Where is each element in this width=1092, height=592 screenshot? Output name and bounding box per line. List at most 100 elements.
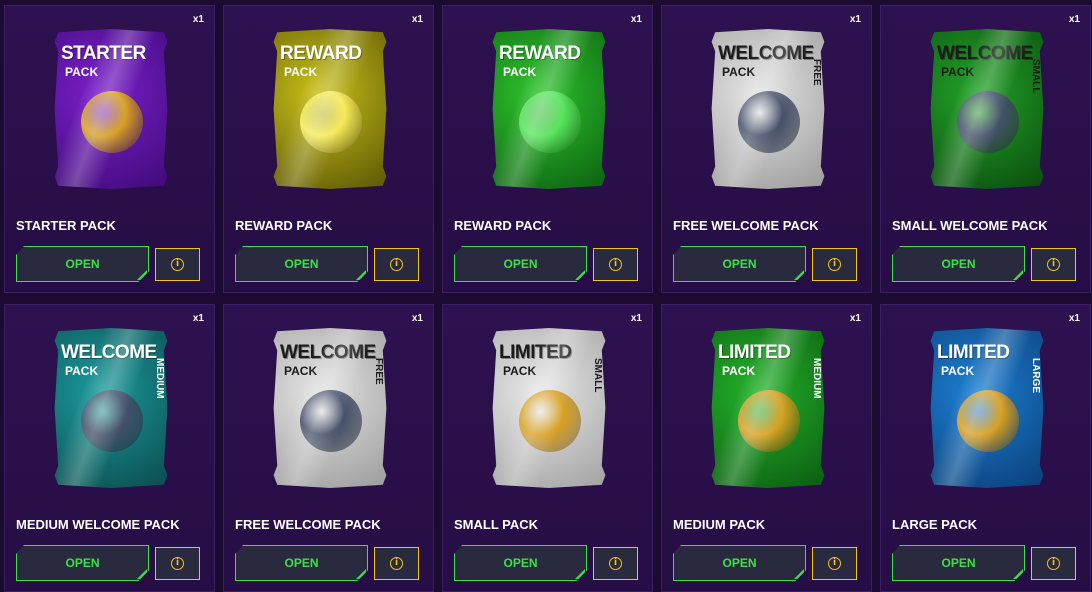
pack-card[interactable]: x1 LIMITED PACK LARGE LARGE PACK OPEN i <box>880 304 1091 592</box>
pack-title: FREE WELCOME PACK <box>235 517 381 532</box>
pack-title: SMALL WELCOME PACK <box>892 218 1048 233</box>
pack-image: WELCOME PACK FREE <box>273 328 387 488</box>
pack-art-title: LIMITED <box>718 342 791 363</box>
pack-art-subtitle: PACK <box>284 364 318 378</box>
pack-title: LARGE PACK <box>892 517 977 532</box>
pack-card[interactable]: x1 STARTER PACK STARTER PACK OPEN i <box>4 5 215 293</box>
open-button[interactable]: OPEN <box>673 545 806 581</box>
pack-art-title: WELCOME <box>61 342 157 363</box>
pack-art-subtitle: PACK <box>722 65 756 79</box>
pack-art-title: LIMITED <box>937 342 1010 363</box>
pack-art-title: REWARD <box>280 43 362 64</box>
pack-title: FREE WELCOME PACK <box>673 218 819 233</box>
pack-art-size: SMALL <box>592 358 603 393</box>
info-icon: i <box>171 258 184 271</box>
info-icon: i <box>828 258 841 271</box>
reward-icon <box>519 91 581 153</box>
pack-art-title: WELCOME <box>718 43 814 64</box>
open-button[interactable]: OPEN <box>454 246 587 282</box>
info-icon: i <box>609 557 622 570</box>
info-button[interactable]: i <box>812 248 857 281</box>
pack-art-size: SMALL <box>1030 59 1041 94</box>
pack-art-title: WELCOME <box>937 43 1033 64</box>
pack-image: LIMITED PACK LARGE <box>930 328 1044 488</box>
quantity-badge: x1 <box>849 14 861 25</box>
pack-image: WELCOME PACK FREE <box>711 29 825 189</box>
pack-image: STARTER PACK <box>54 29 168 189</box>
info-button[interactable]: i <box>593 547 638 580</box>
pack-art-title: STARTER <box>61 43 146 64</box>
pack-art-size: LARGE <box>1030 358 1041 393</box>
football-icon <box>738 390 800 452</box>
info-icon: i <box>390 557 403 570</box>
mascot-icon <box>957 91 1019 153</box>
pack-art-title: WELCOME <box>280 342 376 363</box>
pack-title: MEDIUM PACK <box>673 517 766 532</box>
football-icon <box>519 390 581 452</box>
info-button[interactable]: i <box>374 248 419 281</box>
pack-art-subtitle: PACK <box>503 364 537 378</box>
open-button[interactable]: OPEN <box>892 545 1025 581</box>
pack-card[interactable]: x1 WELCOME PACK SMALL SMALL WELCOME PACK… <box>880 5 1091 293</box>
pack-art-subtitle: PACK <box>503 65 537 79</box>
pack-art-size: MEDIUM <box>811 358 822 399</box>
open-button[interactable]: OPEN <box>235 246 368 282</box>
pack-title: REWARD PACK <box>235 218 333 233</box>
mascot-icon <box>81 390 143 452</box>
pack-title: REWARD PACK <box>454 218 552 233</box>
info-button[interactable]: i <box>155 547 200 580</box>
pack-card[interactable]: x1 LIMITED PACK SMALL SMALL PACK OPEN i <box>442 304 653 592</box>
info-icon: i <box>390 258 403 271</box>
open-button[interactable]: OPEN <box>16 545 149 581</box>
open-button[interactable]: OPEN <box>892 246 1025 282</box>
pack-image: WELCOME PACK MEDIUM <box>54 328 168 488</box>
open-button[interactable]: OPEN <box>16 246 149 282</box>
pack-card[interactable]: x1 WELCOME PACK MEDIUM MEDIUM WELCOME PA… <box>4 304 215 592</box>
pack-art-size: FREE <box>373 358 384 385</box>
pack-title: SMALL PACK <box>454 517 539 532</box>
pack-image: REWARD PACK <box>492 29 606 189</box>
football-icon <box>81 91 143 153</box>
pack-art-subtitle: PACK <box>941 364 975 378</box>
quantity-badge: x1 <box>411 14 423 25</box>
info-icon: i <box>828 557 841 570</box>
quantity-badge: x1 <box>630 313 642 324</box>
football-icon <box>957 390 1019 452</box>
pack-image: WELCOME PACK SMALL <box>930 29 1044 189</box>
pack-image: REWARD PACK <box>273 29 387 189</box>
info-button[interactable]: i <box>593 248 638 281</box>
info-button[interactable]: i <box>374 547 419 580</box>
info-icon: i <box>609 258 622 271</box>
pack-art-subtitle: PACK <box>65 364 99 378</box>
pack-title: MEDIUM WELCOME PACK <box>16 517 180 532</box>
quantity-badge: x1 <box>192 313 204 324</box>
pack-art-subtitle: PACK <box>722 364 756 378</box>
info-button[interactable]: i <box>812 547 857 580</box>
info-button[interactable]: i <box>1031 248 1076 281</box>
pack-art-title: REWARD <box>499 43 581 64</box>
pack-card[interactable]: x1 REWARD PACK REWARD PACK OPEN i <box>223 5 434 293</box>
pack-card[interactable]: x1 WELCOME PACK FREE FREE WELCOME PACK O… <box>223 304 434 592</box>
open-button[interactable]: OPEN <box>235 545 368 581</box>
pack-image: LIMITED PACK SMALL <box>492 328 606 488</box>
mascot-icon <box>300 390 362 452</box>
pack-title: STARTER PACK <box>16 218 116 233</box>
info-button[interactable]: i <box>1031 547 1076 580</box>
pack-card[interactable]: x1 WELCOME PACK FREE FREE WELCOME PACK O… <box>661 5 872 293</box>
open-button[interactable]: OPEN <box>673 246 806 282</box>
open-button[interactable]: OPEN <box>454 545 587 581</box>
pack-card[interactable]: x1 LIMITED PACK MEDIUM MEDIUM PACK OPEN … <box>661 304 872 592</box>
quantity-badge: x1 <box>411 313 423 324</box>
pack-card[interactable]: x1 REWARD PACK REWARD PACK OPEN i <box>442 5 653 293</box>
lightbulb-icon <box>300 91 362 153</box>
info-icon: i <box>1047 258 1060 271</box>
info-icon: i <box>171 557 184 570</box>
info-icon: i <box>1047 557 1060 570</box>
pack-image: LIMITED PACK MEDIUM <box>711 328 825 488</box>
info-button[interactable]: i <box>155 248 200 281</box>
pack-art-size: FREE <box>811 59 822 86</box>
pack-art-subtitle: PACK <box>65 65 99 79</box>
quantity-badge: x1 <box>1068 313 1080 324</box>
pack-art-subtitle: PACK <box>284 65 318 79</box>
pack-art-title: LIMITED <box>499 342 572 363</box>
